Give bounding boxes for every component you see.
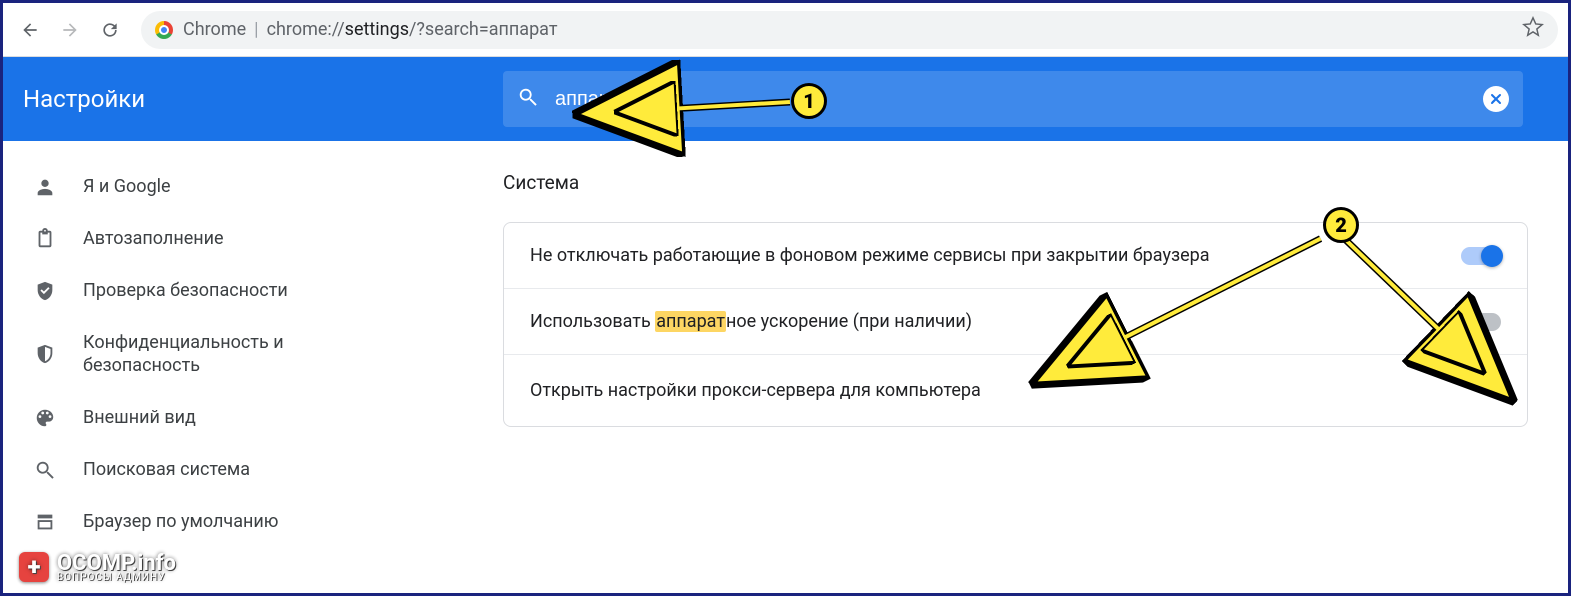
search-icon — [517, 86, 539, 112]
sidebar: Я и Google Автозаполнение Проверка безоп… — [3, 141, 333, 593]
clear-search-button[interactable] — [1483, 86, 1509, 112]
settings-header: Настройки — [3, 57, 1568, 141]
row-label: Не отключать работающие в фоновом режиме… — [530, 245, 1461, 266]
main-content: Система Не отключать работающие в фоново… — [333, 141, 1568, 593]
sidebar-item-label: Поисковая система — [83, 458, 250, 481]
page-title: Настройки — [23, 85, 503, 113]
palette-icon — [33, 406, 57, 430]
sidebar-item-autofill[interactable]: Автозаполнение — [3, 213, 333, 265]
back-button[interactable] — [13, 13, 47, 47]
bookmark-star-icon[interactable] — [1522, 16, 1544, 43]
sidebar-item-label: Проверка безопасности — [83, 279, 288, 302]
row-hardware-acceleration[interactable]: Использовать аппаратное ускорение (при н… — [504, 289, 1527, 355]
shield-half-icon — [33, 342, 57, 366]
sidebar-item-label: Браузер по умолчанию — [83, 510, 278, 533]
toggle-background-apps[interactable] — [1461, 247, 1501, 265]
clipboard-icon — [33, 227, 57, 251]
system-card: Не отключать работающие в фоновом режиме… — [503, 222, 1528, 427]
row-label: Открыть настройки прокси-сервера для ком… — [530, 380, 1479, 401]
section-title: Система — [503, 171, 1528, 194]
chrome-icon — [155, 21, 173, 39]
sidebar-item-search-engine[interactable]: Поисковая система — [3, 444, 333, 496]
row-label: Использовать аппаратное ускорение (при н… — [530, 311, 1461, 332]
forward-button[interactable] — [53, 13, 87, 47]
address-bar[interactable]: Chrome | chrome://settings/?search=аппар… — [141, 11, 1558, 49]
sidebar-item-appearance[interactable]: Внешний вид — [3, 392, 333, 444]
person-icon — [33, 175, 57, 199]
toggle-hardware-acceleration[interactable] — [1461, 313, 1501, 331]
sidebar-item-privacy-security[interactable]: Конфиденциальность и безопасность — [3, 317, 333, 392]
sidebar-item-label: Конфиденциальность и безопасность — [83, 331, 303, 378]
row-background-apps[interactable]: Не отключать работающие в фоновом режиме… — [504, 223, 1527, 289]
search-icon — [33, 458, 57, 482]
settings-search[interactable] — [503, 71, 1523, 127]
url-text: Chrome | chrome://settings/?search=аппар… — [183, 19, 557, 40]
open-external-icon — [1479, 377, 1501, 404]
reload-button[interactable] — [93, 13, 127, 47]
shield-check-icon — [33, 279, 57, 303]
browser-bar: Chrome | chrome://settings/?search=аппар… — [3, 3, 1568, 57]
sidebar-item-safety-check[interactable]: Проверка безопасности — [3, 265, 333, 317]
annotation-badge-1: 1 — [791, 83, 827, 119]
sidebar-item-label: Автозаполнение — [83, 227, 224, 250]
sidebar-item-label: Внешний вид — [83, 406, 196, 429]
sidebar-item-default-browser[interactable]: Браузер по умолчанию — [3, 496, 333, 548]
search-input[interactable] — [555, 88, 1467, 111]
row-proxy-settings[interactable]: Открыть настройки прокси-сервера для ком… — [504, 355, 1527, 426]
sidebar-item-you-and-google[interactable]: Я и Google — [3, 161, 333, 213]
browser-icon — [33, 510, 57, 534]
sidebar-item-label: Я и Google — [83, 175, 171, 198]
annotation-badge-2: 2 — [1323, 207, 1359, 243]
